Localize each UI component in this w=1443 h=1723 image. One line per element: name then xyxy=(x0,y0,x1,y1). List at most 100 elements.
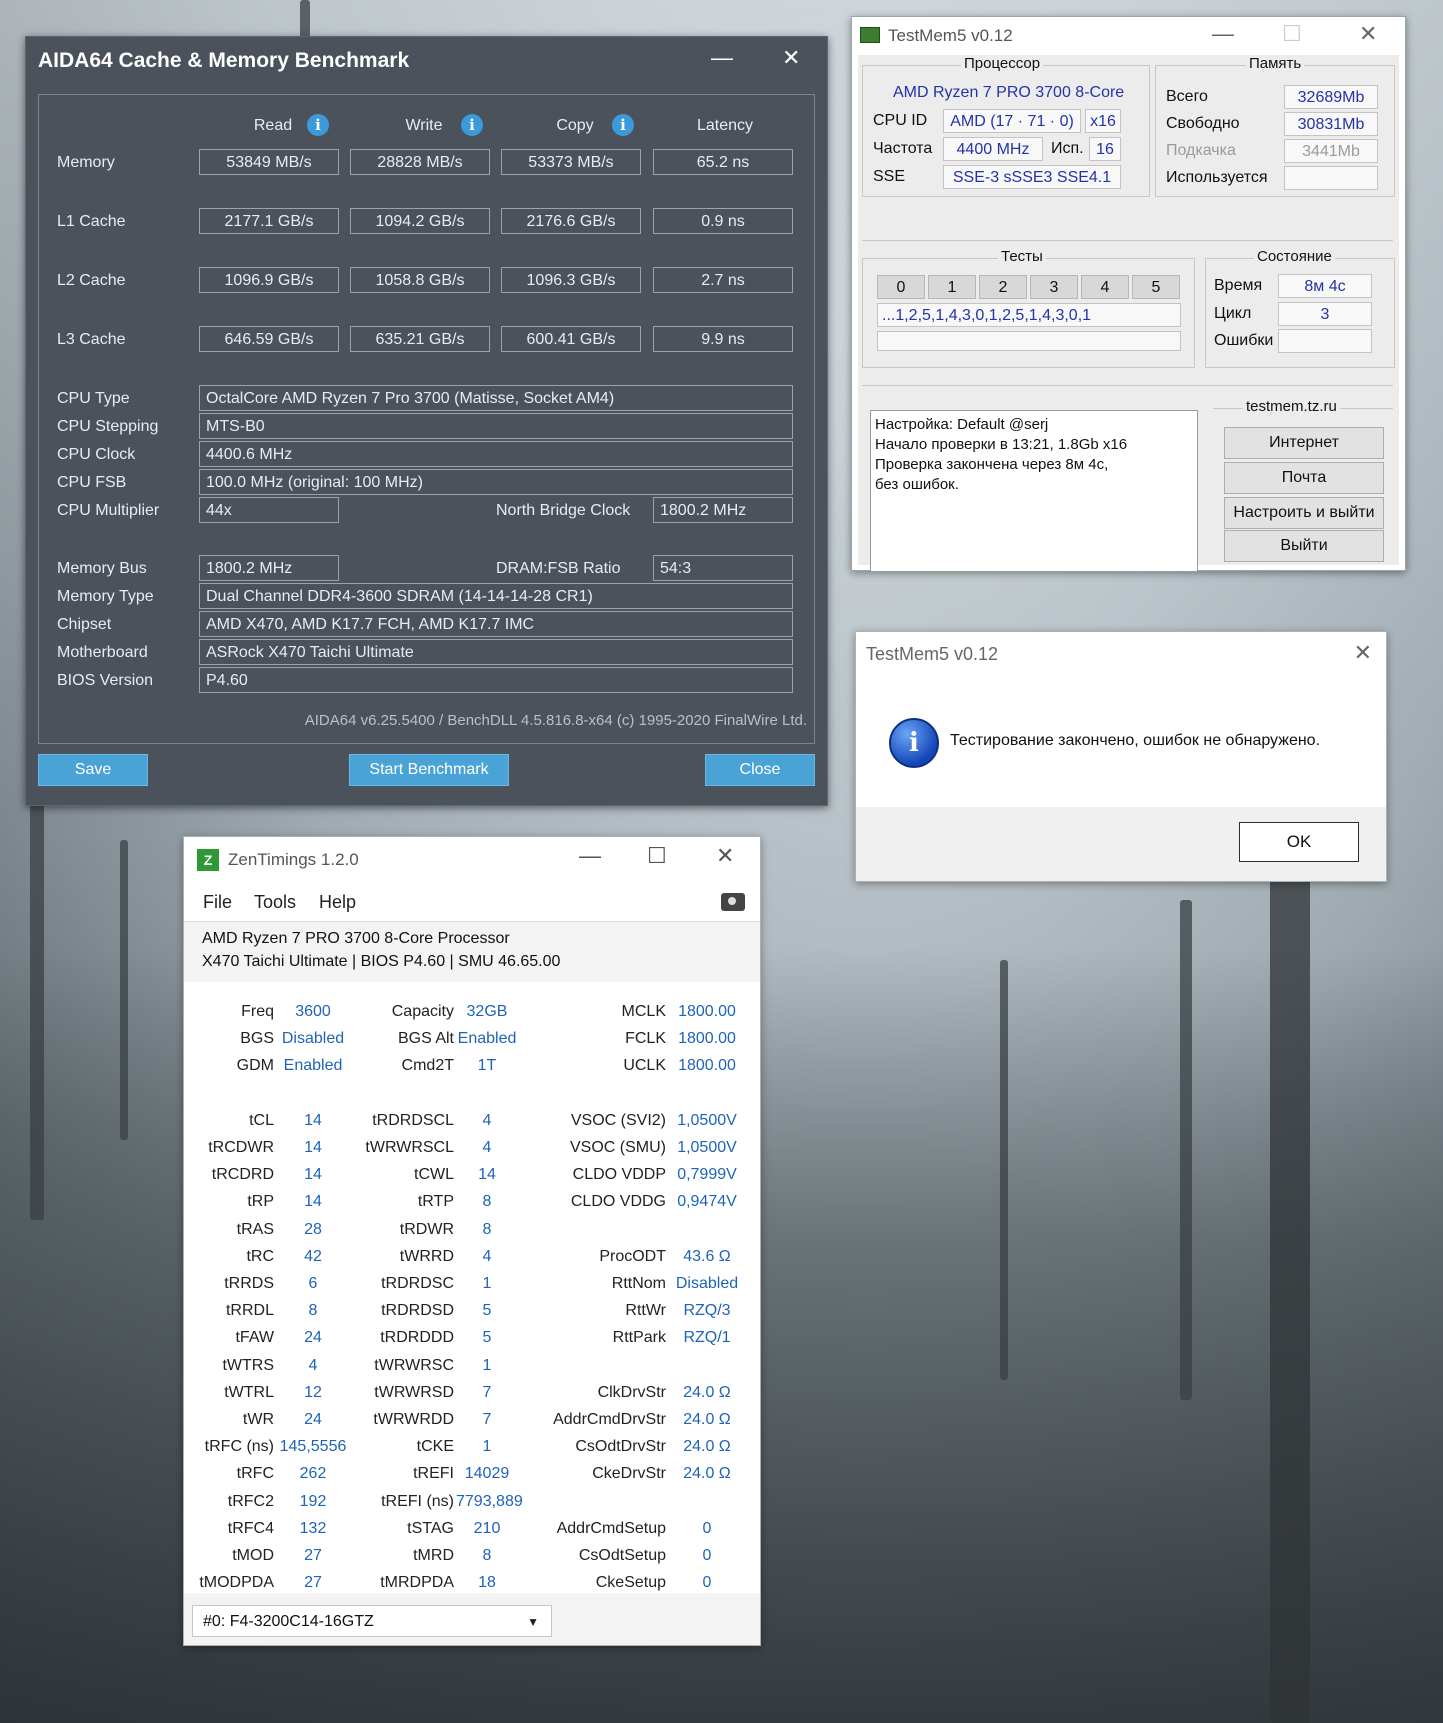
timing-label: tRTP xyxy=(417,1193,454,1211)
info-icon[interactable]: i xyxy=(461,114,483,136)
read-value: 53849 MB/s xyxy=(199,149,339,175)
board-info: X470 Taichi Ultimate | BIOS P4.60 | SMU … xyxy=(202,953,561,970)
dimm-select-value: #0: F4-3200C14-16GTZ xyxy=(203,1613,374,1630)
close-button[interactable]: ✕ xyxy=(1359,21,1377,47)
wallpaper-tree xyxy=(30,800,44,1220)
timing-label: tSTAG xyxy=(407,1519,454,1537)
timing-value: 24.0 Ω xyxy=(683,1438,731,1456)
frequency-label: Частота xyxy=(873,140,933,157)
aida64-window: AIDA64 Cache & Memory Benchmark — ✕ Read… xyxy=(25,36,828,806)
log-area[interactable]: Настройка: Default @serj Начало проверки… xyxy=(870,410,1198,572)
title-bar: TestMem5 v0.12 — ☐ ✕ xyxy=(852,17,1405,53)
log-line: Настройка: Default @serj xyxy=(875,416,1049,433)
save-button[interactable]: Save xyxy=(38,754,148,786)
timing-value: RZQ/3 xyxy=(683,1302,731,1320)
ok-button[interactable]: OK xyxy=(1239,822,1359,862)
camera-icon[interactable] xyxy=(721,893,745,911)
use-label: Исп. xyxy=(1051,140,1084,157)
close-button[interactable]: ✕ xyxy=(1354,640,1372,666)
timing-label: AddrCmdSetup xyxy=(556,1519,666,1537)
chipset-label: Chipset xyxy=(57,616,112,633)
test-number: 5 xyxy=(1132,275,1180,299)
latency-value: 2.7 ns xyxy=(653,267,793,293)
minimize-button[interactable]: — xyxy=(579,843,601,869)
close-button[interactable]: ✕ xyxy=(782,45,800,71)
menu-tools[interactable]: Tools xyxy=(254,892,296,913)
cpu-name: AMD Ryzen 7 PRO 3700 8-Core Processor xyxy=(202,930,510,947)
test-number: 2 xyxy=(979,275,1027,299)
memory-type-value: Dual Channel DDR4-3600 SDRAM (14-14-14-2… xyxy=(199,583,793,609)
timing-label: BGS xyxy=(240,1030,274,1048)
memory-chip-icon xyxy=(860,27,880,43)
timing-label: tWTRS xyxy=(222,1356,274,1374)
memory-group: Память Всего 32689Mb Свободно 30831Mb По… xyxy=(1155,55,1395,197)
timing-label: CsOdtSetup xyxy=(578,1547,666,1564)
chevron-down-icon: ▼ xyxy=(527,1615,539,1629)
start-benchmark-button[interactable]: Start Benchmark xyxy=(349,754,509,786)
log-line: без ошибок. xyxy=(875,476,959,493)
timing-label: RttNom xyxy=(611,1275,666,1292)
tests-group: Тесты 0 1 2 3 4 5 ...1,2,5,1,4,3,0,1,2,5… xyxy=(862,248,1195,368)
timing-label: tRDWR xyxy=(399,1220,454,1238)
mail-button[interactable]: Почта xyxy=(1224,462,1384,494)
cpu-name: AMD Ryzen 7 PRO 3700 8-Core xyxy=(893,84,1125,101)
maximize-button[interactable]: ☐ xyxy=(1282,21,1302,47)
total-label: Всего xyxy=(1166,88,1208,105)
time-value: 8м 4с xyxy=(1278,274,1372,298)
timing-label: tCWL xyxy=(414,1166,454,1184)
timing-label: AddrCmdDrvStr xyxy=(553,1411,666,1428)
read-value: 646.59 GB/s xyxy=(199,326,339,352)
test-sequence: ...1,2,5,1,4,3,0,1,2,5,1,4,3,0,1 xyxy=(877,303,1181,327)
motherboard-value: ASRock X470 Taichi Ultimate xyxy=(199,639,793,665)
timing-value: 14 xyxy=(478,1166,496,1184)
group-title: Процессор xyxy=(961,55,1044,72)
menu-help[interactable]: Help xyxy=(319,892,356,913)
timing-label: tCL xyxy=(249,1111,274,1129)
timing-label: tRP xyxy=(247,1193,274,1211)
minimize-button[interactable]: — xyxy=(711,45,733,71)
menu-file[interactable]: File xyxy=(203,892,232,913)
timing-value: 0 xyxy=(702,1547,712,1564)
memory-bus-value: 1800.2 MHz xyxy=(199,555,339,581)
log-line: Начало проверки в 13:21, 1.8Gb x16 xyxy=(875,436,1128,453)
close-button[interactable]: ✕ xyxy=(716,843,734,869)
close-dialog-button[interactable]: Close xyxy=(705,754,815,786)
timing-value: 7 xyxy=(482,1411,492,1428)
info-icon[interactable]: i xyxy=(612,114,634,136)
timing-label: tREFI (ns) xyxy=(381,1492,454,1510)
info-icon[interactable]: i xyxy=(307,114,329,136)
dimm-select[interactable]: #0: F4-3200C14-16GTZ ▼ xyxy=(192,1605,552,1637)
cpu-stepping-value: MTS-B0 xyxy=(199,413,793,439)
timing-label: tRFC (ns) xyxy=(204,1438,274,1456)
timing-label: tRRDS xyxy=(224,1275,274,1292)
group-title[interactable]: testmem.tz.ru xyxy=(1243,398,1340,415)
timing-label: tMODPDA xyxy=(199,1574,274,1592)
wallpaper-tree xyxy=(300,0,310,40)
timing-label: tWRWRSC xyxy=(374,1356,454,1374)
timing-label: ClkDrvStr xyxy=(597,1383,666,1401)
timing-label: tWRWRSCL xyxy=(365,1139,454,1156)
copy-value: 600.41 GB/s xyxy=(501,326,641,352)
timing-label: VSOC (SVI2) xyxy=(570,1111,666,1129)
sse-value: SSE-3 sSSE3 SSE4.1 xyxy=(943,165,1121,189)
nb-clock-label: North Bridge Clock xyxy=(496,502,631,519)
use-value: 16 xyxy=(1089,137,1121,161)
time-label: Время xyxy=(1214,277,1263,294)
timing-value: 14029 xyxy=(464,1465,510,1483)
copy-value: 1096.3 GB/s xyxy=(501,267,641,293)
timing-value: 8 xyxy=(482,1547,492,1564)
timing-label: Capacity xyxy=(391,1003,454,1020)
configure-exit-button[interactable]: Настроить и выйти xyxy=(1224,497,1384,529)
write-value: 635.21 GB/s xyxy=(350,326,490,352)
timing-value: 1 xyxy=(482,1356,492,1374)
internet-button[interactable]: Интернет xyxy=(1224,427,1384,459)
maximize-button[interactable]: ☐ xyxy=(647,843,667,869)
timing-label: tMRD xyxy=(413,1547,454,1564)
cpu-fsb-value: 100.0 MHz (original: 100 MHz) xyxy=(199,469,793,495)
separator xyxy=(862,240,1393,241)
state-group: Состояние Время 8м 4с Цикл 3 Ошибки xyxy=(1205,248,1395,368)
timing-label: tWRWRSD xyxy=(374,1383,454,1401)
read-value: 2177.1 GB/s xyxy=(199,208,339,234)
exit-button[interactable]: Выйти xyxy=(1224,530,1384,562)
minimize-button[interactable]: — xyxy=(1212,21,1234,47)
